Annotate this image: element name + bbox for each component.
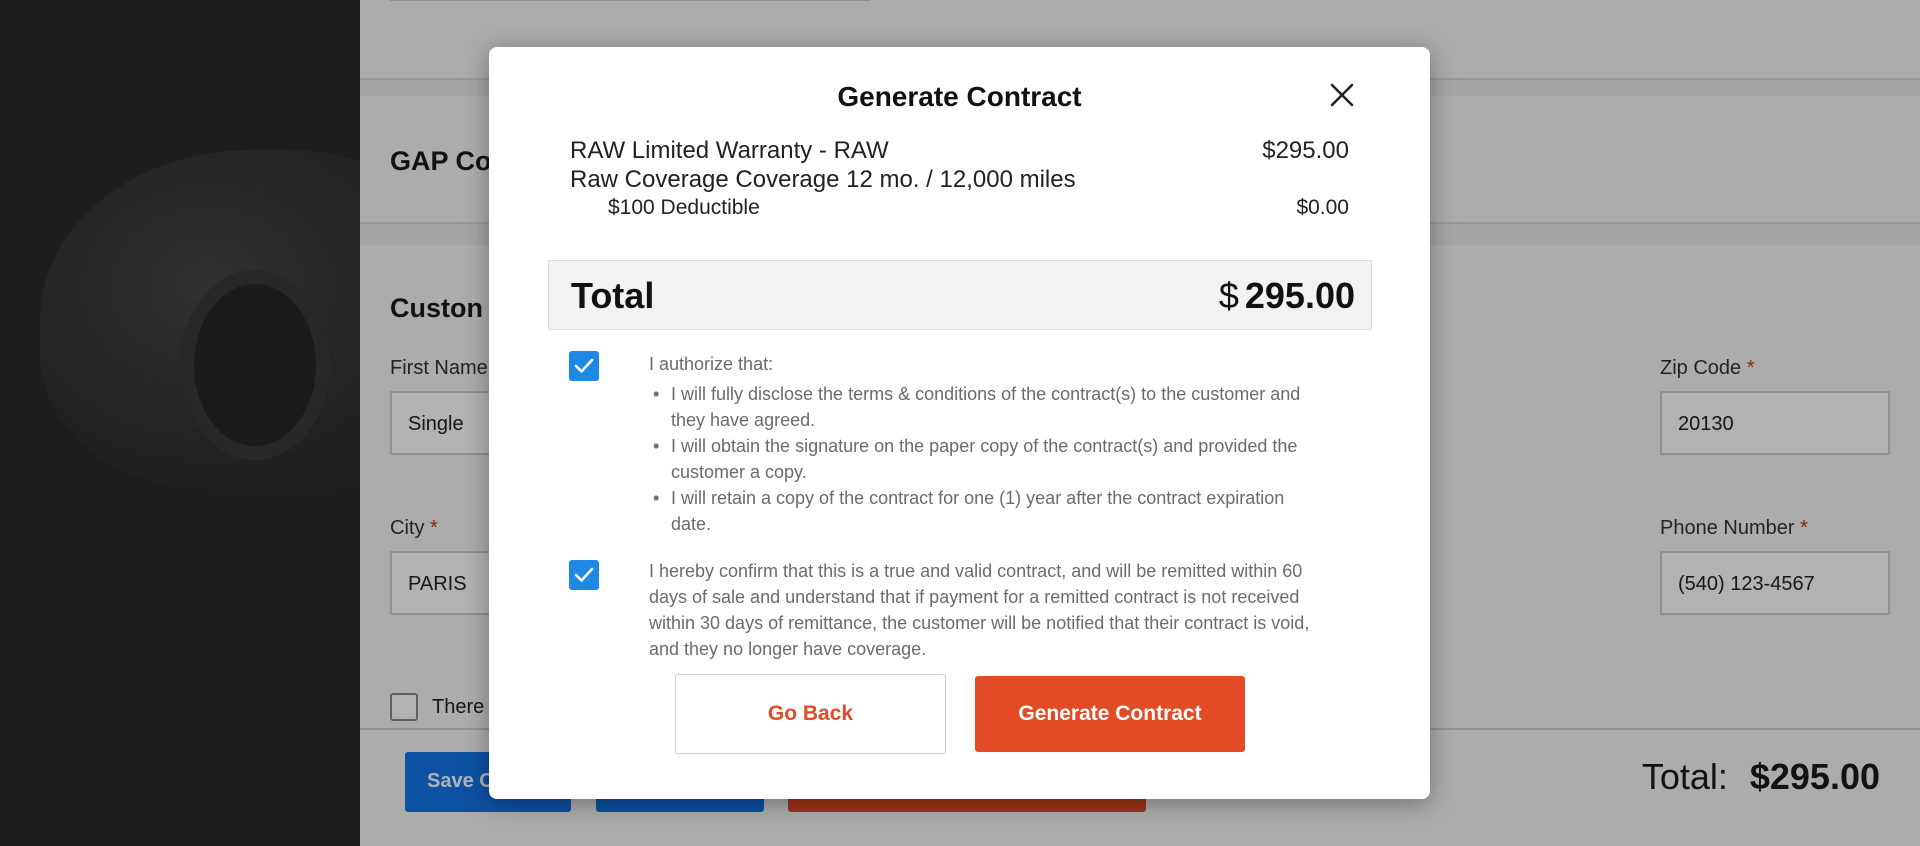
deductible-price: $0.00 [1296,196,1349,219]
modal-title: Generate Contract [837,81,1082,112]
product-price: $295.00 [1262,137,1349,164]
confirm-checkbox[interactable] [569,560,599,590]
total-label: Total [571,275,655,316]
product-name: RAW Limited Warranty - RAW [570,137,889,164]
checkmark-icon [574,358,594,373]
total-value: $295.00 [1218,275,1355,316]
authorize-intro: I authorize that: [649,354,774,374]
checkmark-icon [574,567,594,582]
total-summary: Total $295.00 [548,260,1372,330]
authorization-point: I will obtain the signature on the paper… [653,433,1326,485]
authorization-list: I will fully disclose the terms & condit… [653,381,1326,537]
close-icon[interactable] [1326,79,1358,111]
confirmation-text: I hereby confirm that this is a true and… [649,561,1310,659]
go-back-button[interactable]: Go Back [675,674,946,754]
coverage-description: Raw Coverage Coverage 12 mo. / 12,000 mi… [570,166,1076,193]
authorization-point: I will retain a copy of the contract for… [653,485,1326,537]
generate-contract-button[interactable]: Generate Contract [975,676,1245,752]
authorize-checkbox[interactable] [569,351,599,381]
authorization-point: I will fully disclose the terms & condit… [653,381,1326,433]
deductible-label: $100 Deductible [608,196,760,219]
generate-contract-modal: Generate Contract RAW Limited Warranty -… [489,47,1430,799]
